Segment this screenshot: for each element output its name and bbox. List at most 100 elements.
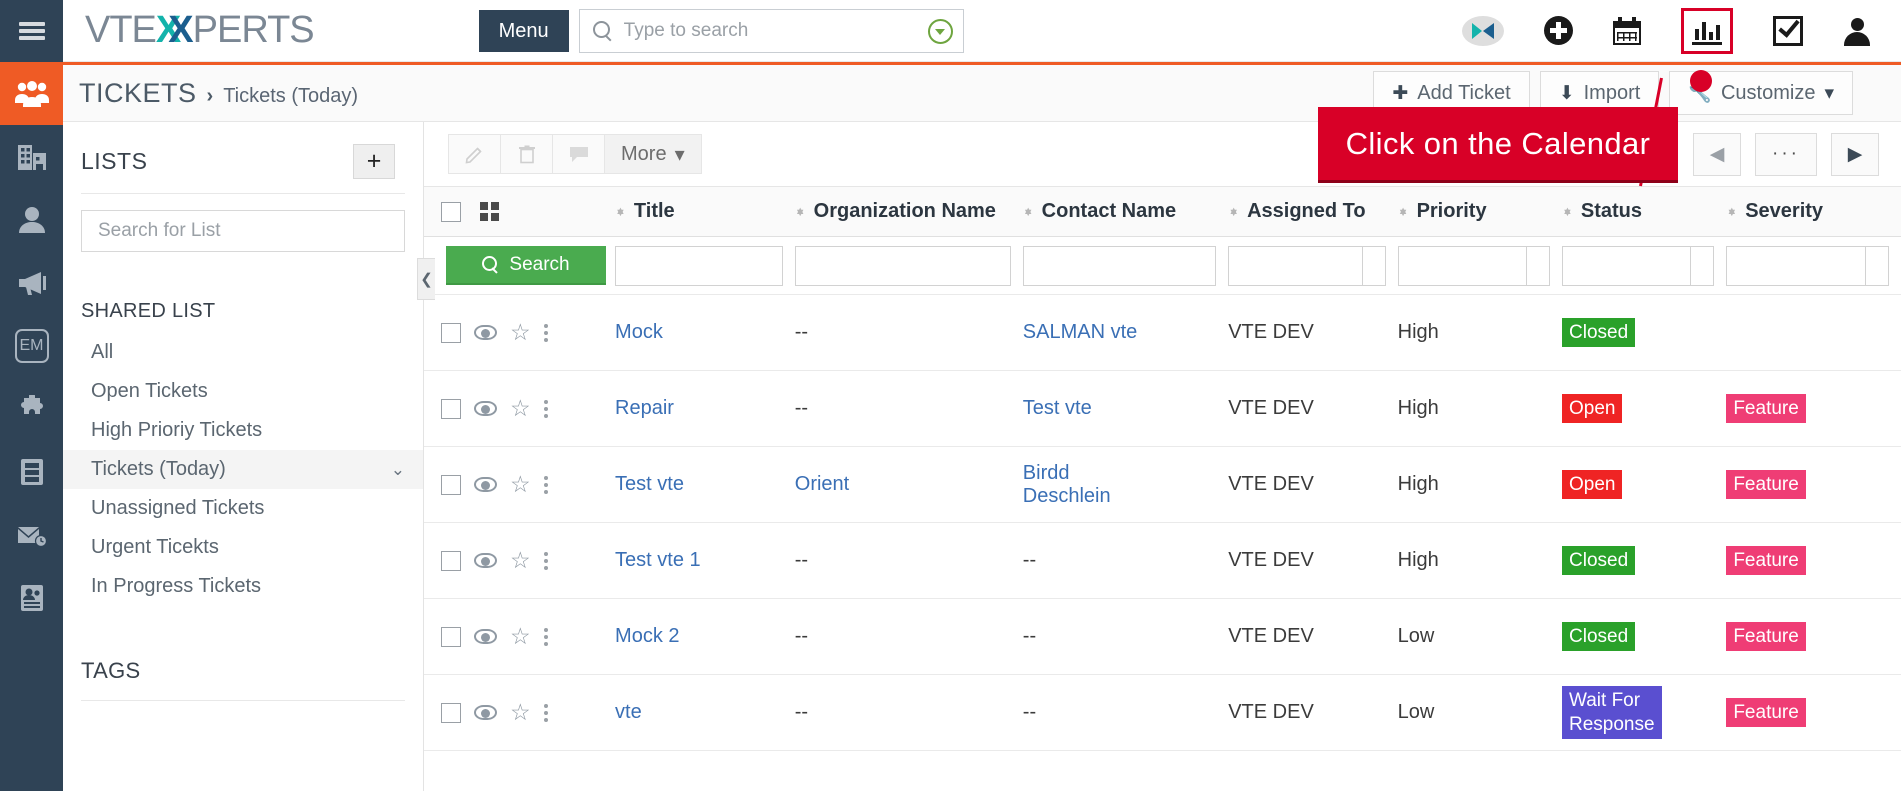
sort-icon[interactable]: ▲ ▼ [1562,205,1573,218]
favorite-star-icon[interactable]: ☆ [510,473,531,496]
table-row[interactable]: ☆ Mock 2 -- -- VTE DEV Low Closed Featur… [424,599,1901,675]
add-icon[interactable] [1544,16,1573,45]
filter-assigned-input[interactable] [1228,245,1386,286]
chevron-down-icon[interactable] [927,18,953,44]
favorite-star-icon[interactable]: ☆ [510,397,531,420]
column-severity[interactable]: ▲ ▼ Severity [1726,186,1901,237]
sidebar-item-contact-card[interactable] [0,566,63,629]
list-search[interactable] [81,210,405,252]
sidebar-item-puzzle[interactable] [0,377,63,440]
table-row[interactable]: ☆ Test vte Orient Birdd Deschlein VTE DE… [424,447,1901,523]
analytics-icon[interactable] [1681,7,1733,54]
vtexperts-logo-icon[interactable] [1462,15,1504,46]
hamburger-menu-icon[interactable] [0,0,63,62]
favorite-star-icon[interactable]: ☆ [510,701,531,724]
global-search[interactable] [578,8,964,53]
contact-link[interactable]: SALMAN vte [1023,321,1137,343]
row-checkbox[interactable] [441,474,461,495]
grid-view-icon[interactable] [480,202,499,221]
page-title[interactable]: TICKETS [79,78,197,109]
list-item-tickets-today[interactable]: Tickets (Today) ⌄ [63,450,423,489]
ticket-title-link[interactable]: vte [615,701,642,723]
sidebar-item-mail-clock[interactable] [0,503,63,566]
filter-title-input[interactable] [615,245,783,286]
list-item-open-tickets[interactable]: Open Tickets [63,372,423,411]
favorite-star-icon[interactable]: ☆ [510,549,531,572]
sidebar-item-cabinet[interactable] [0,440,63,503]
row-actions-icon[interactable] [543,551,548,570]
sort-icon[interactable]: ▲ ▼ [1398,205,1409,218]
collapse-panel-button[interactable]: ❮ [417,258,435,300]
more-button[interactable]: More ▾ [604,134,702,174]
organization-link[interactable]: Orient [795,473,849,495]
ticket-title-link[interactable]: Test vte [615,473,684,495]
row-checkbox[interactable] [441,702,461,723]
chevron-down-icon[interactable]: ⌄ [391,460,405,480]
row-checkbox[interactable] [441,550,461,571]
quick-view-icon[interactable] [474,477,497,492]
row-checkbox[interactable] [441,398,461,419]
filter-severity-input[interactable] [1726,245,1889,286]
delete-button[interactable] [500,134,553,174]
contact-link[interactable]: Birdd Deschlein [1023,462,1118,508]
table-row[interactable]: ☆ Mock -- SALMAN vte VTE DEV High Closed [424,295,1901,371]
column-status[interactable]: ▲ ▼ Status [1562,186,1727,237]
column-assigned-to[interactable]: ▲ ▼ Assigned To [1228,186,1398,237]
sidebar-item-megaphone[interactable] [0,251,63,314]
row-checkbox[interactable] [441,322,461,343]
sort-icon[interactable]: ▲ ▼ [1023,205,1034,218]
sort-icon[interactable]: ▲ ▼ [615,205,626,218]
column-priority[interactable]: ▲ ▼ Priority [1397,186,1562,237]
list-item-high-priority-tickets[interactable]: High Prioriy Tickets [63,411,423,450]
quick-view-icon[interactable] [474,401,497,416]
ticket-title-link[interactable]: Mock 2 [615,625,679,647]
row-actions-icon[interactable] [543,703,548,722]
sort-icon[interactable]: ▲ ▼ [1228,205,1239,218]
column-organization-name[interactable]: ▲ ▼ Organization Name [794,186,1023,237]
filter-status-input[interactable] [1562,245,1715,286]
quick-view-icon[interactable] [474,705,497,720]
sidebar-item-contacts-group[interactable] [0,62,63,125]
row-actions-icon[interactable] [543,399,548,418]
comment-button[interactable] [552,134,605,174]
column-title[interactable]: ▲ ▼ Title [615,186,795,237]
contact-link[interactable]: Test vte [1023,397,1092,419]
list-search-input[interactable] [98,220,388,242]
user-account-icon[interactable] [1843,16,1871,46]
sidebar-item-organizations[interactable] [0,125,63,188]
sort-icon[interactable]: ▲ ▼ [795,205,806,218]
ticket-title-link[interactable]: Mock [615,321,663,343]
table-row[interactable]: ☆ vte -- -- VTE DEV Low Wait For Respons… [424,675,1901,751]
table-row[interactable]: ☆ Repair -- Test vte VTE DEV High Open F… [424,371,1901,447]
page-jump-button[interactable]: ··· [1755,132,1817,176]
row-actions-icon[interactable] [543,627,548,646]
favorite-star-icon[interactable]: ☆ [510,625,531,648]
ticket-title-link[interactable]: Test vte 1 [615,549,701,571]
list-item-unassigned-tickets[interactable]: Unassigned Tickets [63,489,423,528]
select-all-checkbox[interactable] [441,201,461,222]
column-contact-name[interactable]: ▲ ▼ Contact Name [1022,186,1229,237]
list-item-in-progress-tickets[interactable]: In Progress Tickets [63,567,423,606]
edit-button[interactable] [448,134,501,174]
favorite-star-icon[interactable]: ☆ [510,321,531,344]
sidebar-item-person[interactable] [0,188,63,251]
filter-contact-input[interactable] [1022,245,1217,286]
list-item-all[interactable]: All [63,333,423,372]
quick-view-icon[interactable] [474,325,497,340]
next-page-button[interactable]: ▶ [1831,132,1879,176]
list-item-urgent-tickets[interactable]: Urgent Ticekts [63,528,423,567]
add-list-button[interactable]: + [353,144,395,179]
table-row[interactable]: ☆ Test vte 1 -- -- VTE DEV High Closed F… [424,523,1901,599]
filter-priority-input[interactable] [1397,245,1550,286]
brand-logo[interactable]: VTE X X PERTS [85,9,315,52]
row-checkbox[interactable] [441,626,461,647]
quick-view-icon[interactable] [474,553,497,568]
menu-button[interactable]: Menu [478,9,569,52]
ticket-title-link[interactable]: Repair [615,397,674,419]
tasks-icon[interactable] [1773,14,1803,46]
quick-view-icon[interactable] [474,629,497,644]
sidebar-item-email-marketing[interactable]: EM [0,314,63,377]
search-button[interactable]: Search [446,246,606,285]
row-actions-icon[interactable] [543,323,548,342]
filter-organization-input[interactable] [794,245,1011,286]
